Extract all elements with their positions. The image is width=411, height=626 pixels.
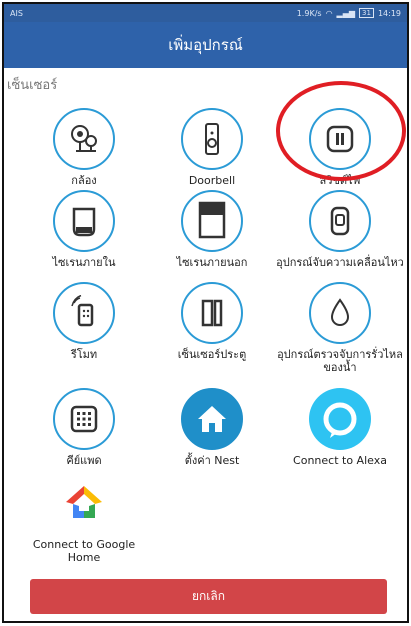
device-label: ตั้งค่า Nest (184, 454, 240, 467)
outdoor-siren-icon (181, 190, 243, 252)
device-label: Connect to Google Home (32, 538, 136, 564)
device-label: ไซเรนภายใน (52, 256, 116, 269)
device-tile-alexa[interactable]: Connect to Alexa (275, 388, 405, 467)
device-tile-google-home[interactable]: Connect to Google Home (19, 472, 149, 564)
device-tile-nest[interactable]: ตั้งค่า Nest (147, 388, 277, 467)
network-speed: 1.9K/s (296, 8, 322, 18)
clock: 14:19 (377, 8, 401, 18)
screen-frame: AIS 1.9K/s ◠ ▂▄▆ 31 14:19 เพิ่มอุปกรณ์ เ… (2, 2, 409, 623)
signal-icon: ▂▄▆ (336, 8, 356, 18)
device-label: คีย์แพด (66, 454, 102, 467)
alexa-icon (309, 388, 371, 450)
device-tile-door-sensor[interactable]: เซ็นเซอร์ประตู (147, 282, 277, 361)
device-label: สวิชต์ไฟ (319, 174, 361, 187)
keypad-icon (53, 388, 115, 450)
google-home-icon (53, 472, 115, 534)
motion-sensor-icon (309, 190, 371, 252)
device-label: อุปกรณ์จับความเคลื่อนไหว (276, 256, 404, 269)
doorbell-icon (181, 108, 243, 170)
device-tile-camera[interactable]: กล้อง (19, 108, 149, 187)
door-sensor-icon (181, 282, 243, 344)
device-tile-light-switch[interactable]: สวิชต์ไฟ (275, 108, 405, 187)
cancel-button[interactable]: ยกเลิก (30, 579, 387, 614)
device-label: Connect to Alexa (293, 454, 387, 467)
nest-home-icon (181, 388, 243, 450)
status-right: 1.9K/s ◠ ▂▄▆ 31 14:19 (297, 8, 401, 18)
water-leak-icon (309, 282, 371, 344)
device-label: รีโมท (70, 348, 98, 361)
light-switch-icon (309, 108, 371, 170)
status-bar: AIS 1.9K/s ◠ ▂▄▆ 31 14:19 (4, 4, 407, 22)
device-tile-keypad[interactable]: คีย์แพด (19, 388, 149, 467)
device-tile-motion-sensor[interactable]: อุปกรณ์จับความเคลื่อนไหว (275, 190, 405, 269)
device-tile-indoor-siren[interactable]: ไซเรนภายใน (19, 190, 149, 269)
camera-icon (53, 108, 115, 170)
device-tile-doorbell[interactable]: Doorbell (147, 108, 277, 187)
device-label: อุปกรณ์ตรวจจับการรั่วไหลของน้ำ (277, 348, 403, 374)
remote-icon (53, 282, 115, 344)
device-tile-water-leak[interactable]: อุปกรณ์ตรวจจับการรั่วไหลของน้ำ (275, 282, 405, 374)
battery-icon: 31 (359, 8, 374, 18)
app-bar: เพิ่มอุปกรณ์ (4, 22, 407, 68)
page-title: เพิ่มอุปกรณ์ (168, 36, 243, 54)
device-label: เซ็นเซอร์ประตู (177, 348, 247, 361)
wifi-icon: ◠ (325, 8, 333, 18)
device-label: กล้อง (71, 174, 97, 187)
section-label: เซ็นเซอร์ (7, 78, 58, 93)
carrier-label: AIS (10, 8, 23, 18)
device-tile-remote[interactable]: รีโมท (19, 282, 149, 361)
device-tile-outdoor-siren[interactable]: ไซเรนภายนอก (147, 190, 277, 269)
device-label: ไซเรนภายนอก (176, 256, 248, 269)
device-label: Doorbell (188, 174, 236, 187)
indoor-siren-icon (53, 190, 115, 252)
